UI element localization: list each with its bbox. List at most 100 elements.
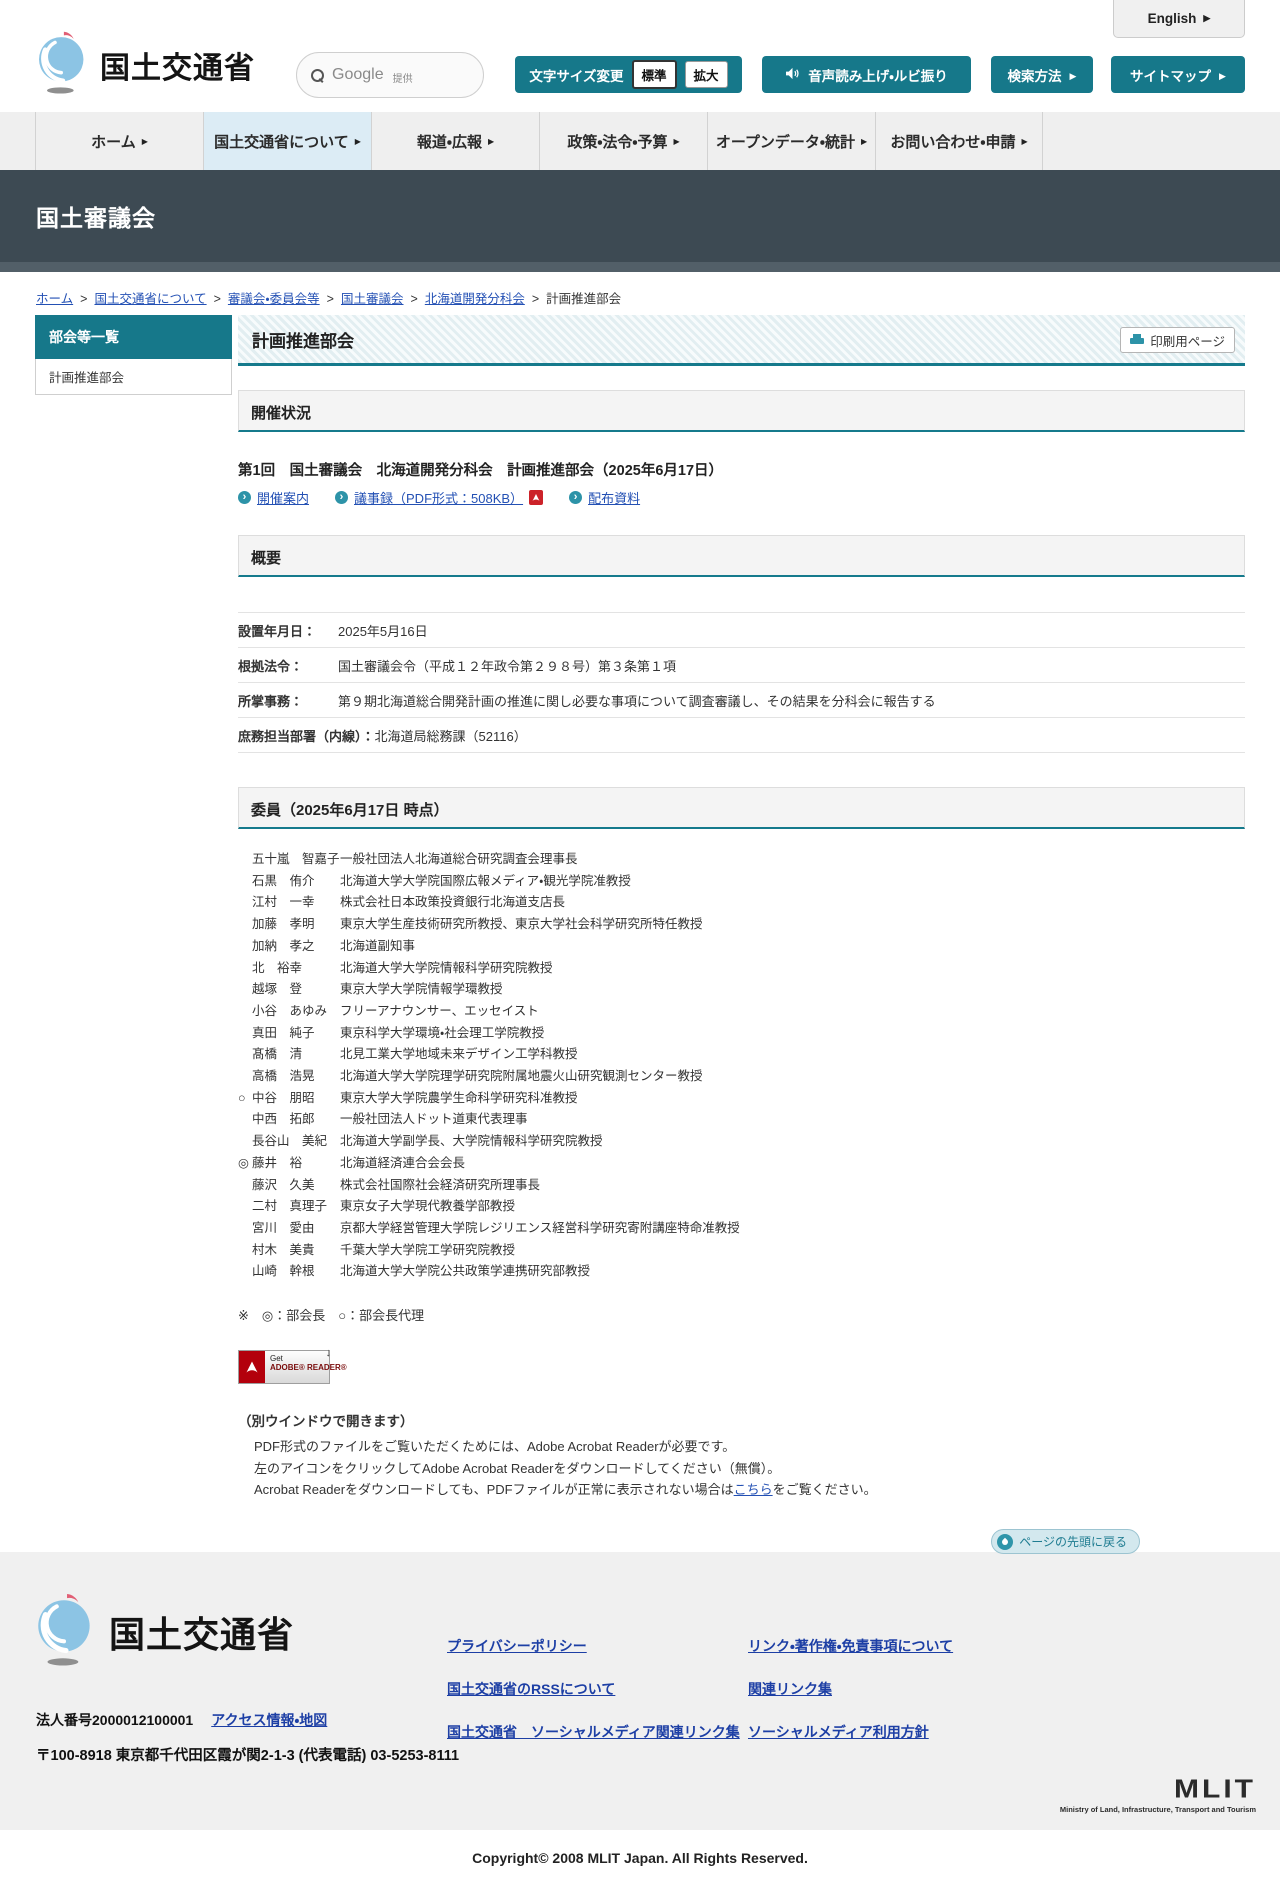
link-access-map[interactable]: アクセス情報・地図 — [211, 1711, 327, 1729]
adobe-note-line2: 左のアイコンをクリックしてAdobe Acrobat Readerをダウンロード… — [254, 1460, 781, 1476]
member-row: 北 裕幸 北海道大学大学院情報科学研究院教授 — [252, 960, 553, 975]
member-row: 宮川 愛由 京都大学経営管理大学院レジリエンス経営科学研究寄附講座特命准教授 — [252, 1220, 740, 1235]
speaker-icon — [785, 67, 800, 83]
adobe-note-line1: PDF形式のファイルをご覧いただくためには、Adobe Acrobat Read… — [254, 1439, 736, 1455]
footer-logo-text: 国土交通省 — [109, 1613, 295, 1655]
member-row: 石黒 侑介 北海道大学大学院国際広報メディア・観光学院准教授 — [252, 873, 631, 888]
speech-reading-label: 音声読み上げ・ルビ振り — [808, 68, 948, 84]
section-heading-gaiyo: 概要 — [238, 535, 1245, 577]
mlit-tagline: Ministry of Land, Infrastructure, Transp… — [1059, 1805, 1256, 1814]
adobe-pdf-icon — [239, 1351, 265, 1384]
sidebar: 部会等一覧 計画推進部会 — [35, 315, 232, 1552]
font-size-standard-button[interactable]: 標準 — [631, 60, 677, 89]
link-rss[interactable]: 国土交通省のRSSについて — [447, 1680, 740, 1698]
nav-item-open-data[interactable]: オープンデータ・統計 — [707, 112, 875, 170]
overview-table: 設置年月日： 2025年5月16日 根拠法令： 国土審議会令（平成１２年政令第２… — [238, 612, 1245, 753]
table-row: 設置年月日： 2025年5月16日 — [238, 613, 1245, 648]
breadcrumb-kokudo-shingikai[interactable]: 国土審議会 — [341, 292, 404, 306]
footer-links-col2: リンク・著作権・免責事項について 関連リンク集 ソーシャルメディア利用方針 — [748, 1637, 953, 1766]
circle-arrow-icon — [569, 491, 583, 504]
link-gijiroku-pdf[interactable]: 議事録（PDF形式：508KB） — [354, 488, 523, 507]
table-row: 所掌事務： 第９期北海道総合開発計画の推進に関し必要な事項について調査審議し、そ… — [238, 683, 1245, 718]
footer-logo: 国土交通省 — [35, 1592, 294, 1671]
nav-item-contact[interactable]: お問い合わせ・申請 — [875, 112, 1043, 170]
search-placeholder-provided: 提供 — [392, 73, 413, 85]
search-input[interactable]: Google 提供 — [296, 52, 484, 98]
meeting-link-group: 議事録（PDF形式：508KB） — [335, 488, 544, 507]
chevron-right-icon — [1070, 67, 1077, 82]
page-title: 計画推進部会 — [252, 331, 354, 351]
breadcrumb-current: 計画推進部会 — [546, 292, 622, 306]
member-row: 長谷山 美紀 北海道大学副学長、大学院情報科学研究院教授 — [252, 1134, 603, 1149]
member-row: 真田 純子 東京科学大学環境・社会理工学院教授 — [252, 1025, 545, 1040]
content-area: 部会等一覧 計画推進部会 計画推進部会 印刷用ページ 開催状況 第1回 国土審議… — [35, 315, 1245, 1552]
get-adobe-reader-badge[interactable]: Get ADOBE® READER® ↓ — [238, 1347, 347, 1385]
adobe-badge-get: Get — [270, 1354, 283, 1364]
site-logo[interactable]: 国土交通省 — [36, 30, 255, 99]
chevron-right-icon — [1219, 67, 1226, 82]
sitemap-label: サイトマップ — [1130, 68, 1212, 84]
member-row: 二村 真理子 東京女子大学現代教養学部教授 — [252, 1199, 516, 1214]
page-category-title: 国土審議会 — [36, 205, 156, 231]
adobe-note-title: （別ウインドウで開きます） — [238, 1414, 414, 1430]
printer-icon — [1130, 334, 1145, 346]
adobe-note-line3: Acrobat Readerをダウンロードしても、PDFファイルが正常に表示され… — [254, 1482, 877, 1498]
member-row: ◎ 藤井 裕北海道経済連合会会長 — [238, 1155, 466, 1170]
link-social-media-links[interactable]: 国土交通省 ソーシャルメディア関連リンク集 — [447, 1723, 740, 1741]
back-to-top-button[interactable]: ページの先頭に戻る — [991, 1529, 1140, 1554]
member-row: 山崎 幹根 北海道大学大学院公共政策学連携研究部教授 — [252, 1264, 591, 1279]
member-row: 加藤 孝明 東京大学生産技術研究所教授、東京大学社会科学研究所特任教授 — [252, 917, 703, 932]
search-placeholder-brand: Google — [332, 66, 384, 83]
member-list: 五十嵐 智嘉子 一般社団法人北海道総合研究調査会理事長 石黒 侑介 北海道大学大学院… — [238, 849, 1245, 1283]
member-row: 中西 拓郎 一般社団法人ドット道東代表理事 — [252, 1112, 528, 1127]
print-page-button[interactable]: 印刷用ページ — [1120, 327, 1235, 353]
sidebar-list: 計画推進部会 — [35, 359, 232, 395]
pdf-file-icon[interactable] — [529, 490, 544, 505]
breadcrumb-about[interactable]: 国土交通省について — [94, 292, 206, 306]
link-copyright-disclaimer[interactable]: リンク・著作権・免責事項について — [748, 1637, 953, 1655]
nav-item-home[interactable]: ホーム — [35, 112, 203, 170]
font-size-large-button[interactable]: 拡大 — [684, 61, 728, 88]
table-row: 根拠法令： 国土審議会令（平成１２年政令第２９８号）第３条第１項 — [238, 648, 1245, 683]
meeting-links: 開催案内 議事録（PDF形式：508KB） 配布資料 — [238, 488, 1245, 507]
search-method-button[interactable]: 検索方法 — [991, 56, 1093, 93]
breadcrumb-home[interactable]: ホーム — [36, 292, 73, 306]
link-kaisai-annai[interactable]: 開催案内 — [257, 488, 309, 507]
member-legend: ※ ◎：部会長 ○：部会長代理 — [238, 1308, 425, 1324]
english-button[interactable]: English — [1113, 0, 1245, 38]
sitemap-button[interactable]: サイトマップ — [1111, 56, 1245, 93]
member-row: ○ 中谷 朋昭 東京大学大学院農学生命科学研究科准教授 — [238, 1090, 578, 1105]
hero-band: 国土審議会 — [0, 170, 1280, 262]
link-social-media-policy[interactable]: ソーシャルメディア利用方針 — [748, 1723, 953, 1741]
footer-address: 〒100-8918 東京都千代田区霞が関2-1-3 (代表電話) 03-5253… — [36, 1748, 460, 1764]
breadcrumb-hokkaido-bunkakai[interactable]: 北海道開発分科会 — [425, 292, 525, 306]
link-haifu-shiryo[interactable]: 配布資料 — [588, 488, 640, 507]
nav-item-press[interactable]: 報道・広報 — [371, 112, 539, 170]
mlit-logo-icon — [35, 1592, 97, 1671]
speech-reading-button[interactable]: 音声読み上げ・ルビ振り — [762, 56, 971, 93]
print-page-label: 印刷用ページ — [1150, 334, 1225, 349]
member-row: 江村 一幸 株式会社日本政策投資銀行北海道支店長 — [252, 895, 566, 910]
section-heading-iin: 委員（2025年6月17日 時点） — [238, 787, 1245, 829]
corporate-number: 法人番号2000012100001 — [36, 1712, 194, 1728]
member-row: 村木 美貴 千葉大学大学院工学研究院教授 — [252, 1242, 516, 1257]
link-related-links[interactable]: 関連リンク集 — [748, 1680, 953, 1698]
sidebar-heading: 部会等一覧 — [35, 315, 232, 359]
breadcrumb-councils[interactable]: 審議会・委員会等 — [228, 292, 320, 306]
nav-item-policy[interactable]: 政策・法令・予算 — [539, 112, 707, 170]
font-size-button[interactable]: 文字サイズ変更 標準 拡大 — [515, 56, 742, 93]
download-arrow-icon: ↓ — [325, 1347, 332, 1360]
member-row: 五十嵐 智嘉子 一般社団法人北海道総合研究調査会理事長 — [252, 852, 578, 866]
mlit-wordmark-text: MLIT — [1174, 1775, 1256, 1804]
link-privacy-policy[interactable]: プライバシーポリシー — [447, 1637, 740, 1655]
search-method-label: 検索方法 — [1007, 68, 1062, 84]
member-row: 小谷 あゆみ フリーアナウンサー、エッセイスト — [252, 1003, 539, 1018]
member-row: 加納 孝之 北海道副知事 — [252, 938, 416, 953]
mlit-wordmark: MLIT Ministry of Land, Infrastructure, T… — [1060, 1777, 1256, 1814]
meeting-title: 第1回 国土審議会 北海道開発分科会 計画推進部会（2025年6月17日） — [238, 463, 724, 479]
nav-item-about-mlit[interactable]: 国土交通省について — [203, 112, 371, 170]
link-kochira[interactable]: こちら — [734, 1482, 773, 1497]
member-row: 藤沢 久美 株式会社国際社会経済研究所理事長 — [252, 1177, 541, 1192]
footer-links-col1: プライバシーポリシー 国土交通省のRSSについて 国土交通省 ソーシャルメディア… — [447, 1637, 740, 1766]
sidebar-item-keikaku-suishin[interactable]: 計画推進部会 — [36, 359, 231, 394]
